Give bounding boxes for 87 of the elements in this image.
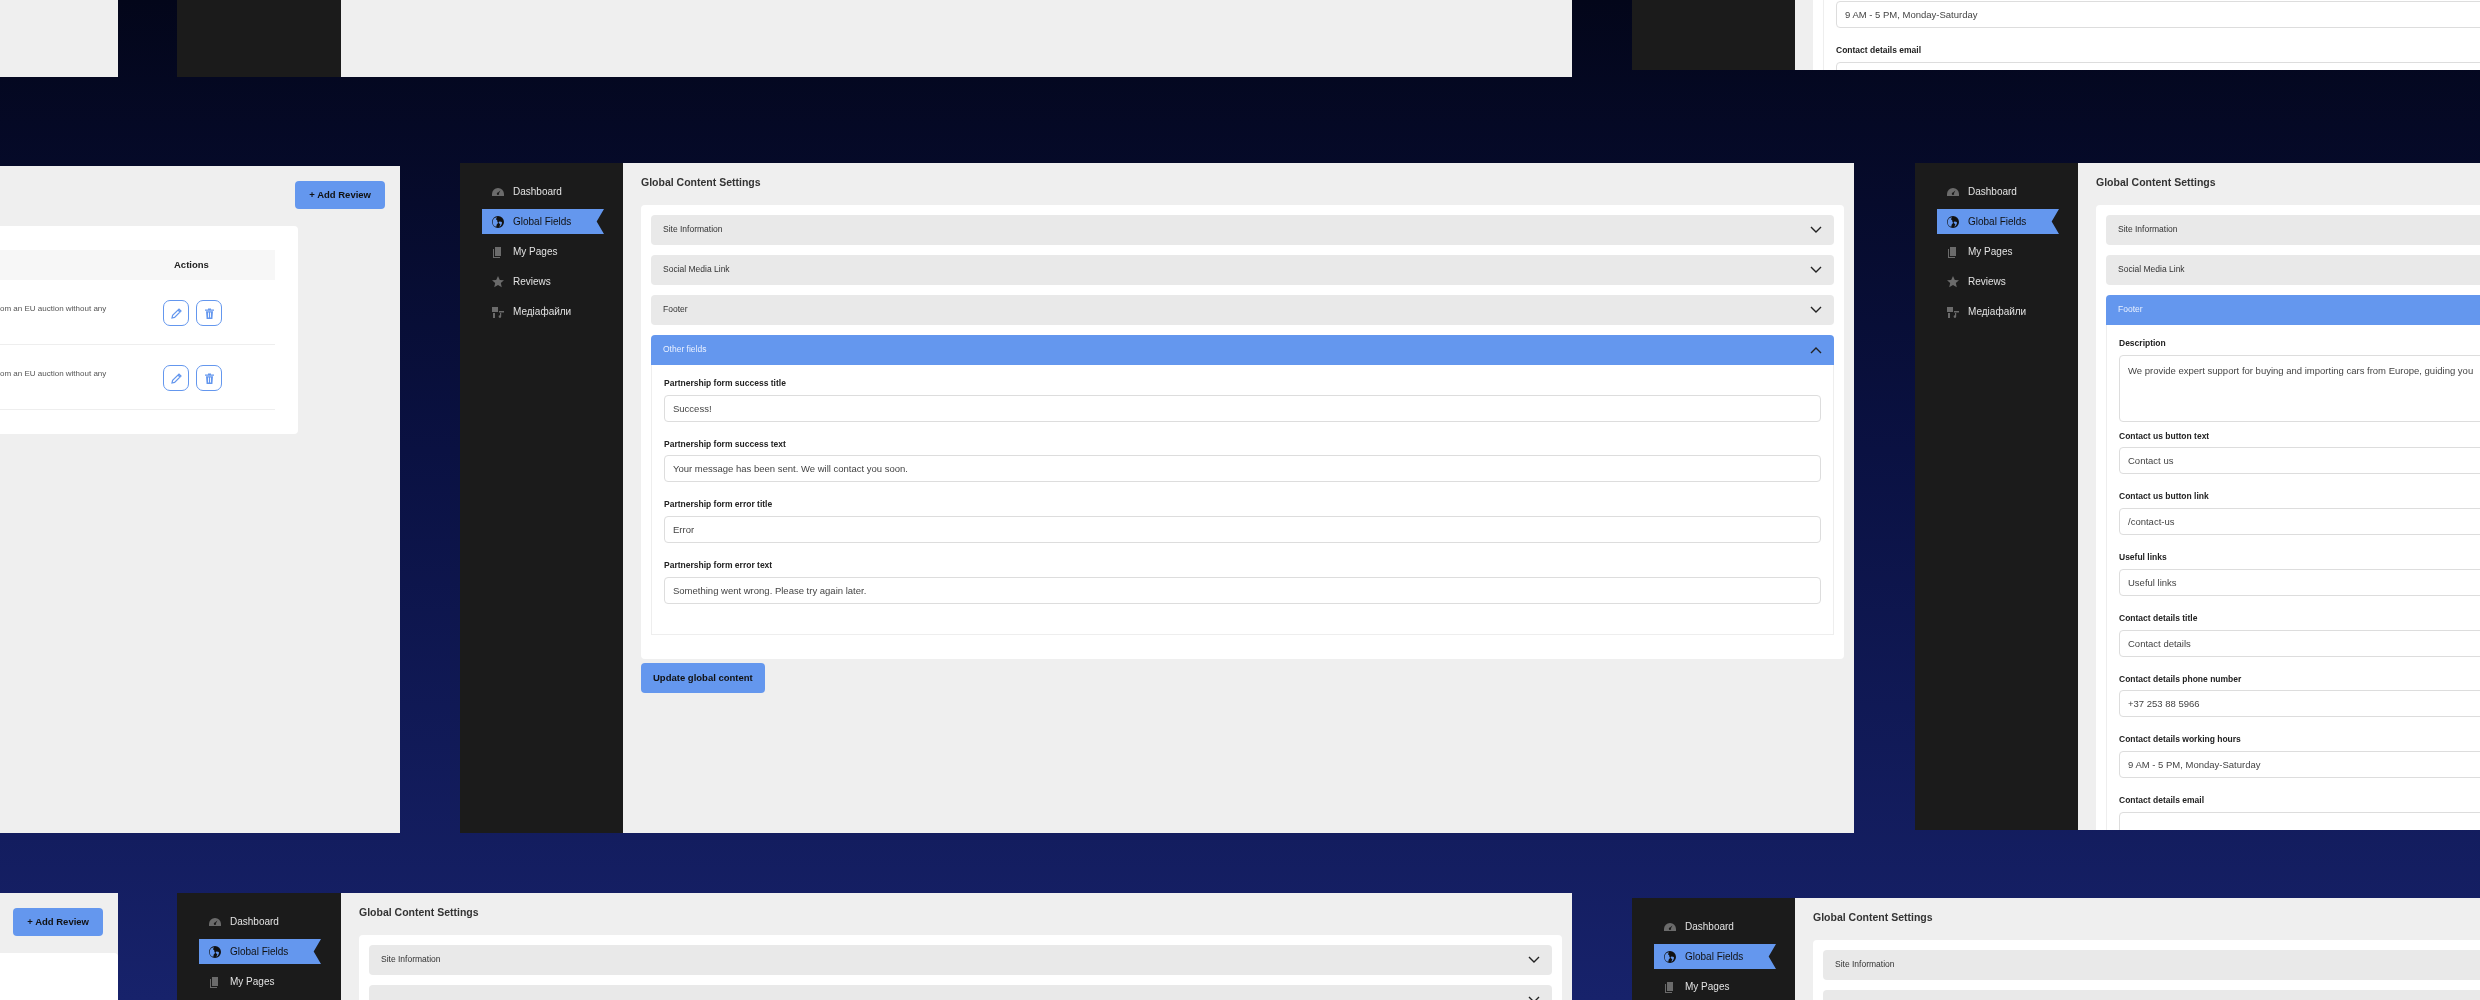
table-cell-text: om an EU auction without any xyxy=(0,368,107,381)
nav-item[interactable]: Global Fields xyxy=(199,939,321,964)
media-files-icon xyxy=(1947,305,1959,318)
chevron-down-icon xyxy=(1810,225,1822,234)
nav-item[interactable]: Медіафайли xyxy=(1937,299,2059,324)
input-field[interactable]: Error xyxy=(664,516,1821,543)
field-label: Useful links xyxy=(2119,551,2168,564)
nav-item[interactable]: Global Fields xyxy=(1937,209,2059,234)
nav-item[interactable]: Reviews xyxy=(1937,269,2059,294)
field-label: Contact details title xyxy=(2119,611,2199,625)
input-field[interactable]: Contact us xyxy=(2119,447,2480,475)
field-label: Partnership form success title xyxy=(664,376,787,390)
text-area[interactable]: We provide expert support for buying and importing cars from Europe, guiding you xyxy=(2119,354,2480,422)
chevron-down-icon xyxy=(1810,305,1822,314)
delete-button[interactable] xyxy=(196,365,222,392)
field-label: Contact us button link xyxy=(2119,490,2210,503)
input-field[interactable]: Useful links xyxy=(2119,568,2480,596)
pencil-icon xyxy=(169,371,183,385)
documents-icon xyxy=(209,975,221,988)
nav-item[interactable]: My Pages xyxy=(199,969,321,994)
nav-item[interactable]: Dashboard xyxy=(199,909,321,934)
field-label: Contact details working hours xyxy=(2119,733,2242,746)
chevron-down-icon xyxy=(1810,265,1822,274)
field-label: Contact details email xyxy=(2119,794,2206,807)
trash-icon xyxy=(202,371,216,385)
column-header: Actions xyxy=(173,258,210,273)
documents-icon xyxy=(1947,245,1959,258)
accordion-header[interactable]: Site Information xyxy=(651,214,1834,245)
edit-button[interactable] xyxy=(163,300,189,327)
edit-button[interactable] xyxy=(163,365,189,392)
input-field[interactable]: +37 253 88 5966 xyxy=(2119,690,2480,718)
nav-item[interactable]: My Pages xyxy=(482,239,604,264)
gauge-icon xyxy=(209,915,221,928)
field-label: Description xyxy=(2119,336,2167,350)
update-button[interactable]: Update global content xyxy=(641,662,765,693)
nav-item[interactable]: Медіафайли xyxy=(482,299,604,324)
chevron-up-icon xyxy=(1810,345,1822,354)
field-label: Partnership form success text xyxy=(664,437,787,451)
trash-icon xyxy=(202,306,216,320)
field-label: Contact us button text xyxy=(2119,429,2211,443)
chevron-down-icon xyxy=(1528,955,1540,964)
documents-icon xyxy=(492,245,504,258)
gauge-icon xyxy=(1664,920,1676,933)
add-review-button[interactable]: + Add Review xyxy=(295,181,385,210)
accordion-header[interactable]: Footer xyxy=(651,294,1834,325)
field-label: Partnership form error text xyxy=(664,559,774,572)
nav-item[interactable]: My Pages xyxy=(1654,974,1776,999)
accordion-header[interactable]: Social Media Link xyxy=(651,254,1834,285)
field-label: Contact details phone number xyxy=(2119,672,2243,686)
page-title: Global Content Settings xyxy=(1813,910,1933,925)
input-field[interactable]: 9 AM - 5 PM, Monday-Saturday xyxy=(1836,1,2480,29)
field-label: Partnership form error title xyxy=(664,498,774,511)
nav-item[interactable]: Dashboard xyxy=(1937,179,2059,204)
field-label: Contact details email xyxy=(1836,44,1923,57)
add-review-button[interactable]: + Add Review xyxy=(13,908,103,937)
input-field[interactable]: Success! xyxy=(664,394,1821,422)
accordion-header[interactable]: Social Media Link xyxy=(2106,254,2480,285)
table-cell-text: om an EU auction without any xyxy=(0,303,107,316)
input-field[interactable]: Something went wrong. Please try again later. xyxy=(664,576,1821,604)
input-field[interactable]: Contact details xyxy=(2119,629,2480,657)
input-field[interactable]: Your message has been sent. We will contact you soon. xyxy=(664,455,1821,483)
nav-item[interactable]: Global Fields xyxy=(1654,944,1776,969)
delete-button[interactable] xyxy=(196,300,222,327)
media-files-icon xyxy=(492,305,504,318)
page-title: Global Content Settings xyxy=(641,175,761,190)
star-icon xyxy=(492,275,504,288)
input-field[interactable]: /contact-us xyxy=(2119,508,2480,535)
nav-item[interactable]: Global Fields xyxy=(482,209,604,234)
accordion-header[interactable]: Site Information xyxy=(1823,949,2480,980)
nav-item[interactable]: My Pages xyxy=(1937,239,2059,264)
globe-icon xyxy=(209,945,221,958)
globe-icon xyxy=(492,215,504,228)
accordion-header[interactable]: Site Information xyxy=(369,944,1552,975)
gauge-icon xyxy=(492,185,504,198)
globe-icon xyxy=(1947,215,1959,228)
documents-icon xyxy=(1664,980,1676,993)
nav-item[interactable]: Dashboard xyxy=(482,179,604,204)
pencil-icon xyxy=(169,306,183,320)
input-field[interactable]: 9 AM - 5 PM, Monday-Saturday xyxy=(2119,751,2480,778)
gauge-icon xyxy=(1947,185,1959,198)
nav-item[interactable]: Dashboard xyxy=(1654,914,1776,939)
page-title: Global Content Settings xyxy=(2096,175,2216,190)
accordion-header[interactable]: Site Information xyxy=(2106,214,2480,245)
page-title: Global Content Settings xyxy=(359,905,479,920)
star-icon xyxy=(1947,275,1959,288)
nav-item[interactable]: Reviews xyxy=(482,269,604,294)
globe-icon xyxy=(1664,950,1676,963)
